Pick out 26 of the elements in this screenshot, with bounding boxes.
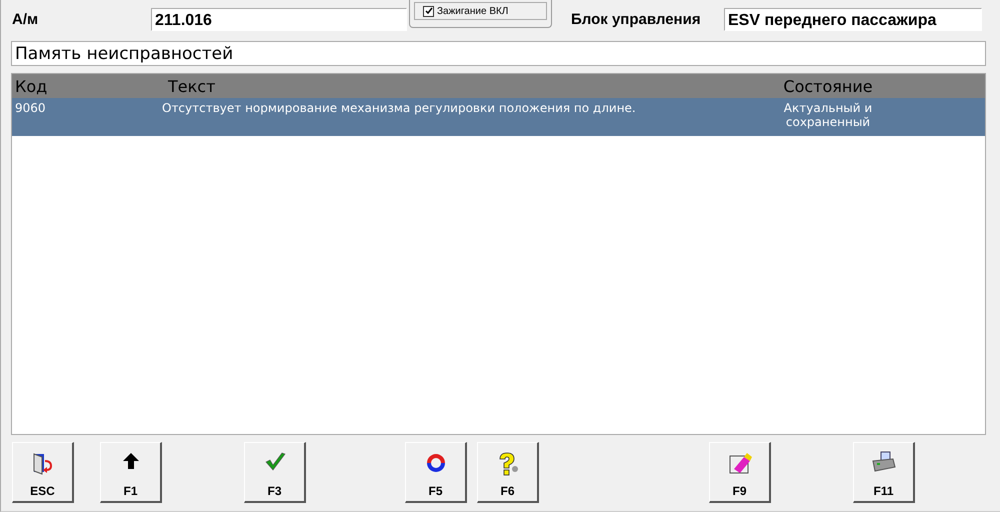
- table-cell-text: Отсутствует нормирование механизма регулировки положения по длине.: [162, 100, 637, 117]
- ignition-checkbox[interactable]: [423, 6, 434, 16]
- control-unit-field[interactable]: ESV переднего пассажира: [724, 8, 982, 30]
- section-title-field: Память неисправностей: [11, 41, 986, 66]
- door-icon: [30, 451, 54, 475]
- printer-icon: [870, 451, 896, 473]
- erase-button[interactable]: F9: [709, 442, 771, 503]
- column-header: Состояние: [782, 76, 874, 96]
- up-button[interactable]: F1: [100, 442, 162, 503]
- print-button[interactable]: F11: [853, 442, 915, 503]
- checkmark-icon: [264, 451, 286, 471]
- column-header: Код: [14, 76, 48, 96]
- eraser-document-icon: [728, 451, 752, 475]
- table-row[interactable]: 9060 Отсутствует нормирование механизма регулировки положения по длине. Актуальный и сохраненный: [12, 98, 985, 136]
- table-cell-text: 9060: [14, 100, 47, 117]
- ignition-label: Зажигание ВКЛ: [437, 6, 508, 16]
- help-button[interactable]: F6: [477, 442, 539, 503]
- check-button[interactable]: F3: [244, 442, 306, 503]
- exit-button[interactable]: ESC: [12, 442, 74, 503]
- vehicle-field[interactable]: 211.016: [151, 8, 407, 30]
- up-arrow-icon: [120, 451, 140, 471]
- table-cell-text: Актуальный и сохраненный: [782, 100, 874, 131]
- vehicle-label: А/м: [12, 10, 40, 28]
- control-unit-label: Блок управления: [571, 10, 702, 28]
- column-header: Текст: [167, 76, 216, 96]
- refresh-button[interactable]: F5: [405, 442, 467, 503]
